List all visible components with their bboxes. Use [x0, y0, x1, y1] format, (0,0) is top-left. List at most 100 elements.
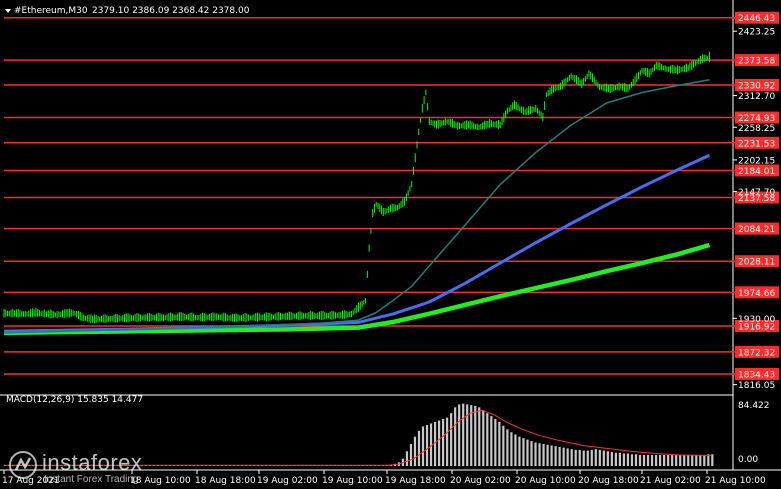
- macd-histogram-bar: [538, 443, 541, 466]
- macd-histogram-bar: [458, 404, 461, 466]
- price-tick-label: 2258.25: [738, 124, 775, 134]
- macd-histogram-bar: [558, 446, 561, 466]
- level-label: 2184.01: [738, 167, 775, 177]
- price-tick-label: 2202.15: [738, 156, 775, 166]
- chart-header-ohlc: 2379.10 2386.09 2368.42 2378.00: [92, 6, 250, 16]
- macd-histogram-bar: [687, 455, 690, 466]
- macd-histogram-bar: [522, 438, 525, 466]
- macd-histogram-bar: [566, 448, 569, 466]
- macd-histogram-bar: [675, 455, 678, 466]
- macd-histogram-bar: [654, 455, 658, 466]
- time-tick-label: 21 Aug 10:00: [705, 476, 766, 486]
- level-label: 2084.21: [738, 225, 775, 235]
- macd-histogram-bar: [486, 413, 489, 466]
- macd-histogram-bar: [514, 434, 517, 466]
- level-label: 1834.43: [738, 370, 775, 380]
- macd-histogram-bar: [562, 447, 565, 466]
- macd-histogram-bar: [691, 455, 694, 466]
- macd-histogram-bar: [594, 449, 597, 466]
- macd-histogram-bar: [574, 449, 577, 466]
- macd-histogram-bar: [671, 455, 674, 466]
- macd-histogram-bar: [598, 449, 601, 466]
- level-label: 2231.53: [738, 139, 775, 149]
- price-tick-label: 2312.70: [738, 92, 775, 102]
- macd-histogram-bar: [570, 449, 573, 466]
- macd-histogram-bar: [518, 436, 521, 466]
- macd-histogram-bar: [546, 444, 549, 466]
- macd-histogram-bar: [506, 429, 509, 466]
- price-tick-label: 1930.00: [738, 315, 775, 325]
- watermark-tagline: Instant Forex Trading: [44, 474, 139, 485]
- time-tick-label: 20 Aug 10:00: [515, 476, 576, 486]
- macd-histogram-bar: [421, 426, 425, 466]
- macd-histogram-bar: [446, 417, 449, 466]
- macd-histogram-bar: [703, 455, 706, 466]
- macd-histogram-bar: [667, 455, 670, 466]
- macd-histogram-bar: [679, 455, 682, 466]
- macd-tick-label: 0.00: [738, 455, 758, 465]
- macd-histogram-bar: [478, 407, 481, 466]
- macd-histogram-bar: [658, 455, 662, 466]
- macd-histogram-bar: [650, 455, 654, 466]
- macd-histogram-bar: [494, 419, 497, 466]
- time-tick-label: 20 Aug 18:00: [578, 476, 639, 486]
- macd-histogram-bar: [502, 425, 505, 466]
- macd-histogram-bar: [663, 455, 666, 466]
- macd-histogram-bar: [699, 455, 702, 466]
- macd-histogram-bar: [530, 441, 533, 466]
- price-tick-label: 1816.05: [738, 381, 775, 391]
- macd-histogram-bar: [454, 407, 457, 466]
- macd-histogram-bar: [413, 436, 417, 466]
- macd-histogram-bar: [618, 452, 622, 466]
- macd-histogram-bar: [437, 420, 441, 466]
- time-tick-label: 21 Aug 02:00: [640, 476, 701, 486]
- chart-header-symbol: #Ethereum,M30: [14, 6, 88, 16]
- macd-histogram-bar: [542, 444, 545, 466]
- instaforex-logo-icon: [9, 451, 37, 479]
- ma-mid-line: [3, 153, 711, 333]
- time-tick-label: 19 Aug 02:00: [257, 476, 318, 486]
- macd-histogram-bar: [462, 403, 465, 466]
- price-tick-label: 2423.25: [738, 28, 775, 38]
- macd-histogram-bar: [646, 455, 650, 466]
- macd-histogram-bar: [634, 454, 638, 466]
- macd-histogram-bar: [578, 449, 581, 466]
- level-label: 2028.11: [738, 258, 775, 268]
- macd-histogram-bar: [582, 450, 585, 466]
- macd-histogram-bar: [482, 410, 485, 466]
- macd-histogram-bar: [425, 424, 429, 466]
- level-label: 2446.43: [738, 14, 775, 24]
- macd-histogram-bar: [610, 452, 613, 466]
- macd-histogram-bar: [590, 449, 593, 466]
- macd-histogram-bar: [526, 439, 529, 466]
- macd-histogram-bar: [450, 413, 453, 466]
- level-label: 1872.32: [738, 348, 775, 358]
- macd-histogram-bar: [630, 454, 634, 466]
- macd-histogram-bar: [466, 404, 469, 466]
- macd-histogram-bar: [490, 416, 493, 466]
- level-label: 2373.58: [738, 57, 775, 67]
- macd-histogram-bar: [409, 444, 413, 466]
- time-tick-label: 19 Aug 10:00: [322, 476, 383, 486]
- level-label: 2330.92: [738, 81, 775, 91]
- macd-histogram-bar: [405, 451, 409, 466]
- price-tick-label: 2147.70: [738, 188, 775, 198]
- level-label: 2274.93: [738, 114, 775, 124]
- dropdown-triangle-icon: [5, 9, 11, 13]
- macd-histogram-bar: [586, 450, 589, 466]
- macd-header: MACD(12,26,9) 15.835 14.477: [6, 395, 143, 405]
- macd-histogram-bar: [474, 405, 477, 466]
- macd-histogram-bar: [707, 454, 710, 466]
- macd-tick-label: 84.422: [738, 401, 770, 411]
- macd-histogram-bar: [510, 432, 513, 466]
- macd-histogram-bar: [498, 422, 501, 466]
- macd-histogram-bar: [711, 454, 714, 466]
- macd-histogram-bar: [695, 455, 698, 466]
- time-tick-label: 19 Aug 18:00: [385, 476, 446, 486]
- macd-histogram-bar: [441, 419, 445, 466]
- macd-histogram-bar: [417, 430, 421, 466]
- macd-histogram-bar: [433, 422, 437, 466]
- time-tick-label: 18 Aug 10:00: [130, 476, 191, 486]
- time-tick-label: 20 Aug 02:00: [450, 476, 511, 486]
- macd-histogram-bar: [642, 455, 646, 466]
